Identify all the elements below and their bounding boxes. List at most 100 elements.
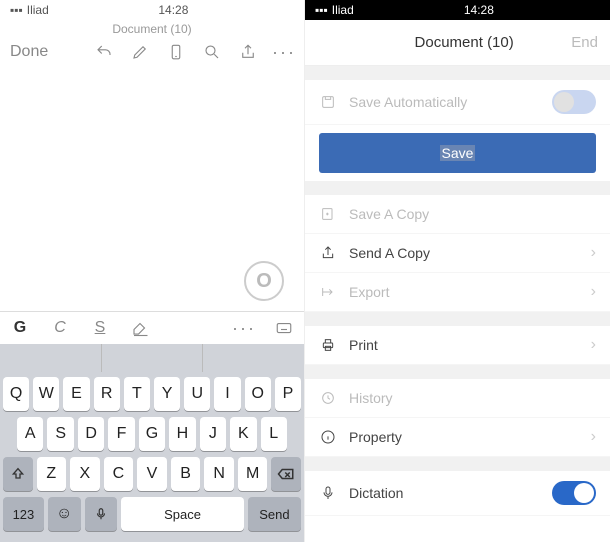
key-i[interactable]: I xyxy=(214,377,240,411)
key-c[interactable]: C xyxy=(104,457,134,491)
key-f[interactable]: F xyxy=(108,417,134,451)
undo-icon[interactable] xyxy=(94,42,114,62)
save-copy-row[interactable]: Save A Copy xyxy=(305,195,610,234)
key-o[interactable]: O xyxy=(245,377,271,411)
more-icon[interactable]: ··· xyxy=(274,42,294,62)
key-n[interactable]: N xyxy=(204,457,234,491)
keyboard-row-1: Q W E R T Y U I O P xyxy=(3,377,301,411)
send-copy-icon xyxy=(319,244,337,262)
export-row[interactable]: Export › xyxy=(305,273,610,312)
property-icon xyxy=(319,428,337,446)
status-bar-right: ▪▪▪ Iliad 14:28 xyxy=(305,0,610,20)
save-auto-icon xyxy=(319,93,337,111)
keyboard: Q W E R T Y U I O P A S D F G H J K L Z … xyxy=(0,372,304,542)
document-title: Document (10) xyxy=(0,20,304,38)
key-l[interactable]: L xyxy=(261,417,287,451)
clock: 14:28 xyxy=(53,3,294,17)
export-icon xyxy=(319,283,337,301)
carrier-label: Iliad xyxy=(332,3,354,17)
export-label: Export xyxy=(349,284,579,300)
suggestion-bar[interactable] xyxy=(0,344,304,372)
send-copy-label: Send A Copy xyxy=(349,245,579,261)
dictation-toggle[interactable] xyxy=(552,481,596,505)
key-k[interactable]: K xyxy=(230,417,256,451)
mic-key[interactable] xyxy=(85,497,118,531)
history-icon xyxy=(319,389,337,407)
backspace-key[interactable] xyxy=(271,457,301,491)
key-z[interactable]: Z xyxy=(37,457,67,491)
key-w[interactable]: W xyxy=(33,377,59,411)
keyboard-toggle-icon[interactable] xyxy=(274,318,294,338)
signal-icon: ▪▪▪ xyxy=(315,3,328,17)
format-toolbar: G C S ··· xyxy=(0,311,304,344)
keyboard-row-2: A S D F G H J K L xyxy=(3,417,301,451)
save-auto-label: Save Automatically xyxy=(349,94,540,110)
save-automatically-row[interactable]: Save Automatically xyxy=(305,80,610,125)
search-icon[interactable] xyxy=(202,42,222,62)
pencil-icon[interactable] xyxy=(130,42,150,62)
signal-icon: ▪▪▪ xyxy=(10,3,23,17)
bold-button[interactable]: G xyxy=(10,319,30,337)
history-row[interactable]: History xyxy=(305,379,610,418)
key-v[interactable]: V xyxy=(137,457,167,491)
key-s[interactable]: S xyxy=(47,417,73,451)
watermark-icon: O xyxy=(244,261,284,301)
shift-key[interactable] xyxy=(3,457,33,491)
keyboard-row-4: 123 ☺ Space Send xyxy=(3,497,301,531)
save-copy-icon xyxy=(319,205,337,223)
send-key[interactable]: Send xyxy=(248,497,301,531)
done-button[interactable]: Done xyxy=(10,43,48,61)
carrier-label: Iliad xyxy=(27,3,49,17)
underline-button[interactable]: S xyxy=(90,319,110,337)
dictation-label: Dictation xyxy=(349,485,540,501)
key-g[interactable]: G xyxy=(139,417,165,451)
key-p[interactable]: P xyxy=(275,377,301,411)
clock: 14:28 xyxy=(358,3,600,17)
key-b[interactable]: B xyxy=(171,457,201,491)
key-y[interactable]: Y xyxy=(154,377,180,411)
print-label: Print xyxy=(349,337,579,353)
keyboard-row-3: Z X C V B N M xyxy=(3,457,301,491)
key-x[interactable]: X xyxy=(70,457,100,491)
property-label: Property xyxy=(349,429,579,445)
status-bar: ▪▪▪ Iliad 14:28 xyxy=(0,0,304,20)
numeric-key[interactable]: 123 xyxy=(3,497,44,531)
emoji-key[interactable]: ☺ xyxy=(48,497,81,531)
chevron-right-icon: › xyxy=(591,283,596,301)
space-key[interactable]: Space xyxy=(121,497,244,531)
phone-icon[interactable] xyxy=(166,42,186,62)
more-format-icon[interactable]: ··· xyxy=(234,318,254,338)
save-button[interactable]: Save xyxy=(319,133,596,173)
print-icon xyxy=(319,336,337,354)
key-a[interactable]: A xyxy=(17,417,43,451)
key-d[interactable]: D xyxy=(78,417,104,451)
chevron-right-icon: › xyxy=(591,428,596,446)
save-copy-label: Save A Copy xyxy=(349,206,596,222)
menu-panel: ▪▪▪ Iliad 14:28 Document (10) End Save A… xyxy=(305,0,610,542)
key-j[interactable]: J xyxy=(200,417,226,451)
dictation-row[interactable]: Dictation xyxy=(305,471,610,516)
dictation-icon xyxy=(319,484,337,502)
key-m[interactable]: M xyxy=(238,457,268,491)
key-u[interactable]: U xyxy=(184,377,210,411)
key-t[interactable]: T xyxy=(124,377,150,411)
send-copy-row[interactable]: Send A Copy › xyxy=(305,234,610,273)
sheet-header: Document (10) End xyxy=(305,20,610,66)
editor-panel: ▪▪▪ Iliad 14:28 Document (10) Done ··· O… xyxy=(0,0,305,542)
key-e[interactable]: E xyxy=(63,377,89,411)
share-icon[interactable] xyxy=(238,42,258,62)
highlight-icon[interactable] xyxy=(130,318,150,338)
history-label: History xyxy=(349,390,596,406)
print-row[interactable]: Print › xyxy=(305,326,610,365)
key-h[interactable]: H xyxy=(169,417,195,451)
end-button[interactable]: End xyxy=(571,34,598,51)
key-q[interactable]: Q xyxy=(3,377,29,411)
editor-toolbar: Done ··· xyxy=(0,38,304,70)
save-auto-toggle[interactable] xyxy=(552,90,596,114)
italic-button[interactable]: C xyxy=(50,319,70,337)
chevron-right-icon: › xyxy=(591,336,596,354)
editor-area[interactable]: O xyxy=(0,70,304,311)
key-r[interactable]: R xyxy=(94,377,120,411)
property-row[interactable]: Property › xyxy=(305,418,610,457)
chevron-right-icon: › xyxy=(591,244,596,262)
